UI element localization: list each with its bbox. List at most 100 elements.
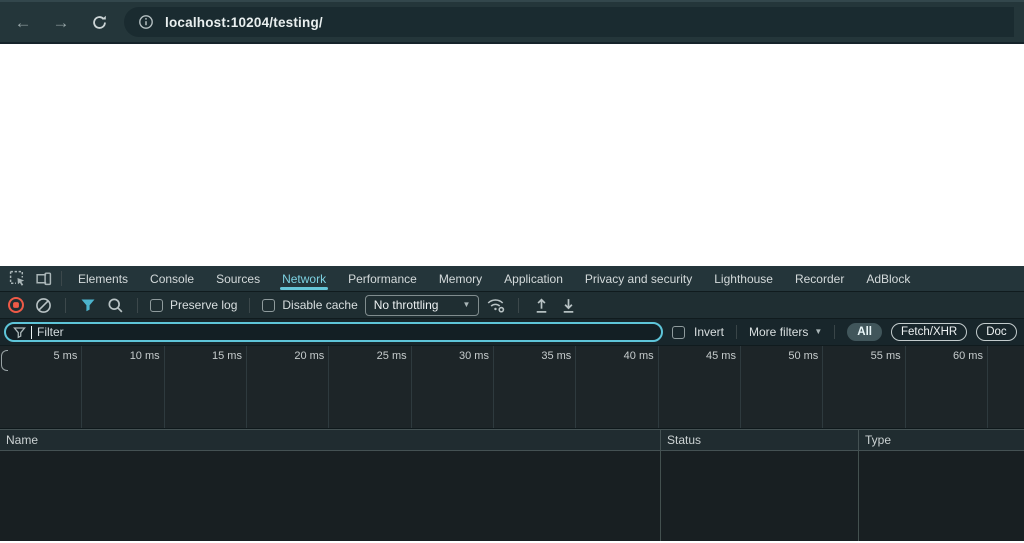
funnel-icon: [80, 297, 96, 313]
inspect-cursor-icon: [9, 270, 26, 287]
disable-cache-label: Disable cache: [282, 298, 358, 312]
timeline-tick-label: 20 ms: [294, 350, 325, 362]
search-button[interactable]: [105, 295, 125, 315]
timeline-tick-label: 30 ms: [459, 350, 489, 362]
devtools-tab-bar: Elements Console Sources Network Perform…: [0, 266, 1024, 292]
timeline-tick-label: 45 ms: [705, 350, 736, 362]
timeline-tick: 25 ms: [329, 346, 412, 428]
toolbar-separator: [65, 297, 66, 313]
toggle-device-toolbar-button[interactable]: [30, 268, 56, 290]
toolbar-separator: [518, 297, 520, 313]
download-button[interactable]: [558, 295, 578, 315]
page-content: [0, 44, 1024, 266]
invert-label: Invert: [694, 325, 725, 339]
timeline-tick-label: 55 ms: [870, 350, 901, 362]
chevron-down-icon: ▼: [814, 327, 823, 336]
tab-application[interactable]: Application: [493, 266, 574, 291]
text-cursor: [31, 325, 32, 339]
filter-input[interactable]: [37, 325, 654, 339]
record-network-log-button[interactable]: [6, 295, 26, 315]
timeline-tick-label: 25 ms: [376, 350, 407, 362]
column-header-name[interactable]: Name: [0, 430, 660, 450]
timeline-tick: 10 ms: [82, 346, 165, 428]
timeline-tick-label: 40 ms: [623, 350, 654, 362]
body-column-status: [660, 451, 858, 541]
type-pill-doc[interactable]: Doc: [976, 323, 1017, 341]
throttling-value: No throttling: [373, 298, 439, 312]
timeline-tick-label: 50 ms: [788, 350, 819, 362]
site-info-icon[interactable]: [138, 14, 154, 30]
tab-console[interactable]: Console: [139, 266, 205, 291]
upload-button[interactable]: [531, 295, 551, 315]
record-icon: [7, 296, 25, 314]
tab-adblock[interactable]: AdBlock: [855, 266, 921, 291]
filter-field[interactable]: [4, 322, 663, 342]
browser-toolbar: ← → localhost:10204/testing/: [0, 0, 1024, 44]
column-header-type[interactable]: Type: [858, 430, 1024, 450]
download-icon: [560, 297, 577, 314]
timeline-tick: 50 ms: [741, 346, 824, 428]
devtools-panel: Elements Console Sources Network Perform…: [0, 266, 1024, 541]
preserve-log-label: Preserve log: [170, 298, 238, 312]
reload-icon: [91, 14, 108, 31]
tab-sources[interactable]: Sources: [205, 266, 271, 291]
request-table-header: Name Status Type: [0, 429, 1024, 451]
timeline-tick-label: 15 ms: [212, 350, 242, 362]
timeline-tick-label: 10 ms: [129, 350, 160, 362]
timeline-tick-label: 5 ms: [53, 350, 78, 362]
toolbar-separator: [249, 297, 251, 313]
timeline-tick: 35 ms: [494, 346, 577, 428]
tab-elements[interactable]: Elements: [67, 266, 139, 291]
network-conditions-button[interactable]: [486, 295, 506, 315]
upload-icon: [533, 297, 550, 314]
column-header-status[interactable]: Status: [660, 430, 858, 450]
timeline-tick: 40 ms: [576, 346, 659, 428]
timeline-tick-label: 35 ms: [541, 350, 572, 362]
timeline-selection-handle[interactable]: [1, 350, 8, 371]
timeline-tick: 20 ms: [247, 346, 330, 428]
toolbar-separator: [61, 271, 62, 286]
type-pill-all[interactable]: All: [847, 323, 882, 341]
device-toolbar-icon: [35, 270, 52, 287]
network-overview-timeline[interactable]: 5 ms 10 ms 15 ms 20 ms 25 ms 30 ms 35 ms…: [0, 346, 1024, 429]
network-toolbar: Preserve log Disable cache No throttling…: [0, 292, 1024, 319]
preserve-log-checkbox[interactable]: [150, 298, 163, 312]
reload-button[interactable]: [86, 9, 112, 35]
wifi-gear-icon: [486, 296, 506, 314]
more-filters-label: More filters: [749, 325, 809, 339]
toolbar-separator: [137, 297, 138, 313]
invert-checkbox[interactable]: [672, 325, 685, 339]
tab-recorder[interactable]: Recorder: [784, 266, 855, 291]
body-column-type: [858, 451, 1024, 541]
forward-button[interactable]: →: [48, 9, 74, 35]
timeline-tick: 15 ms: [165, 346, 247, 428]
request-table-body: [0, 451, 1024, 541]
tab-privacy-and-security[interactable]: Privacy and security: [574, 266, 703, 291]
clear-icon: [35, 297, 52, 314]
funnel-icon: [13, 326, 26, 339]
tab-memory[interactable]: Memory: [428, 266, 493, 291]
tab-lighthouse[interactable]: Lighthouse: [703, 266, 784, 291]
inspect-element-button[interactable]: [4, 268, 30, 290]
disable-cache-checkbox[interactable]: [262, 298, 276, 312]
chevron-down-icon: ▼: [462, 300, 471, 309]
filter-toggle-button[interactable]: [78, 295, 98, 315]
body-column-name: [0, 451, 660, 541]
timeline-tick: 60 ms: [906, 346, 988, 428]
clear-network-log-button[interactable]: [33, 295, 53, 315]
timeline-tick-label: 60 ms: [952, 350, 983, 362]
toolbar-separator: [834, 325, 836, 339]
search-icon: [107, 297, 124, 314]
tab-network[interactable]: Network: [271, 266, 337, 291]
more-filters-button[interactable]: More filters ▼: [749, 325, 822, 339]
network-filter-bar: Invert More filters ▼ All Fetch/XHR Doc …: [0, 319, 1024, 346]
url-text: localhost:10204/testing/: [165, 14, 323, 30]
tab-performance[interactable]: Performance: [337, 266, 428, 291]
toolbar-separator: [736, 325, 738, 339]
timeline-tick: 45 ms: [659, 346, 741, 428]
timeline-tick: 55 ms: [823, 346, 906, 428]
throttling-select[interactable]: No throttling ▼: [364, 294, 480, 316]
url-bar[interactable]: localhost:10204/testing/: [124, 7, 1014, 37]
type-pill-fetch-xhr[interactable]: Fetch/XHR: [890, 323, 968, 341]
back-button[interactable]: ←: [10, 9, 36, 35]
